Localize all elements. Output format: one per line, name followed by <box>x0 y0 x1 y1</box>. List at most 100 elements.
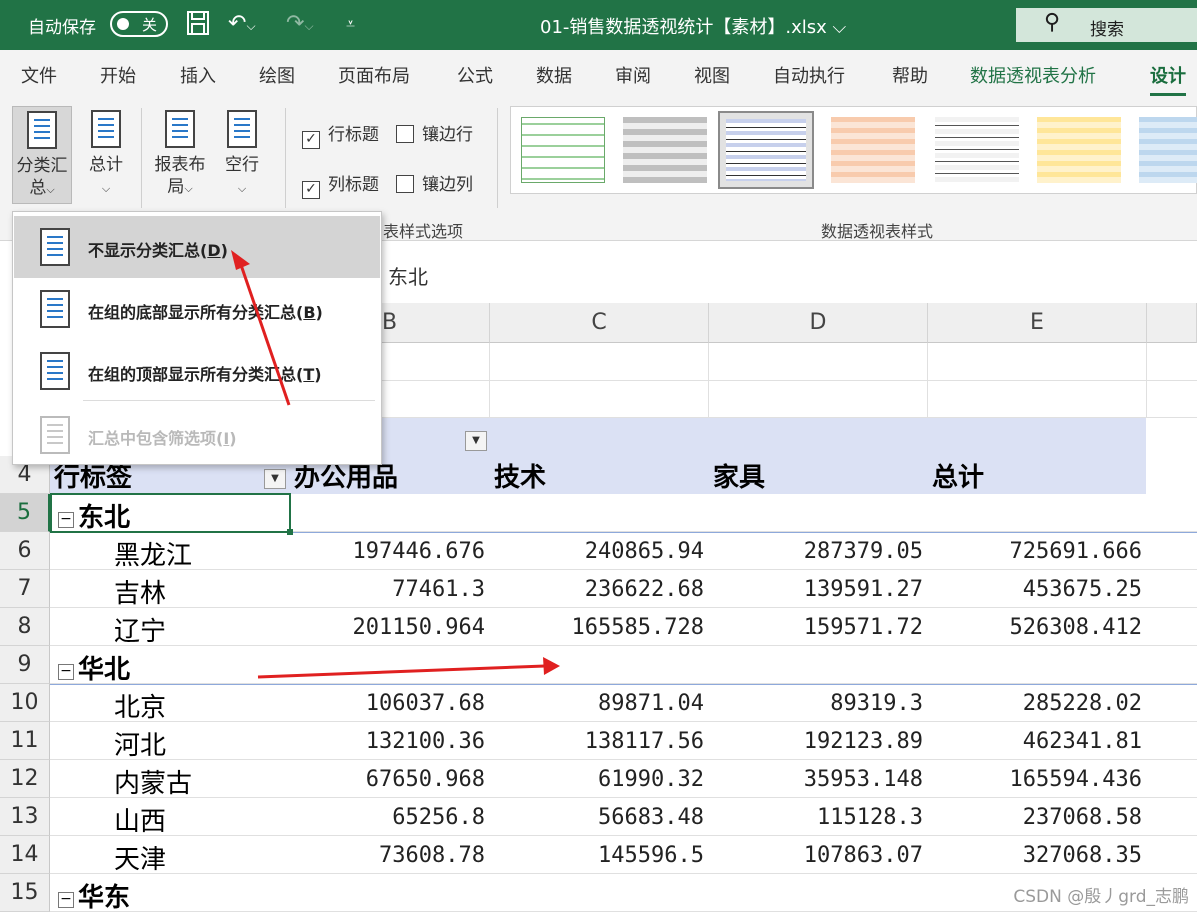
banded-columns-checkbox[interactable]: 镶边列 <box>396 170 473 195</box>
value-cell[interactable]: 61990.32 <box>598 767 704 792</box>
save-icon[interactable] <box>186 10 210 44</box>
row-headers-checkbox[interactable]: ✓行标题 <box>302 120 379 149</box>
value-cell[interactable]: 35953.148 <box>804 767 923 792</box>
document-title[interactable]: 01-销售数据透视统计【素材】.xlsx ⌵ <box>540 13 846 39</box>
value-cell[interactable]: 132100.36 <box>366 729 485 754</box>
value-cell[interactable]: 197446.676 <box>353 539 485 564</box>
value-cell[interactable]: 138117.56 <box>585 729 704 754</box>
menu-item-no-subtotals[interactable]: 不显示分类汇总(D) <box>14 216 380 278</box>
row-header-6[interactable]: 6 <box>0 532 50 570</box>
value-cell[interactable]: 65256.8 <box>392 805 485 830</box>
province-cell[interactable]: 北京 <box>114 687 166 724</box>
grand-totals-button[interactable]: 总计 ⌵ <box>76 106 136 204</box>
table-row[interactable] <box>50 646 1197 684</box>
report-layout-button[interactable]: 报表布 局⌵ <box>150 106 210 204</box>
row-header-13[interactable]: 13 <box>0 798 50 836</box>
autosave-toggle[interactable]: 关 <box>110 11 168 37</box>
tab-automate[interactable]: 自动执行 <box>773 62 845 88</box>
value-cell[interactable]: 145596.5 <box>598 843 704 868</box>
value-cell[interactable]: 89319.3 <box>830 691 923 716</box>
column-header-c[interactable]: C <box>490 303 709 343</box>
row-header-8[interactable]: 8 <box>0 608 50 646</box>
value-cell[interactable]: 201150.964 <box>353 615 485 640</box>
tab-page-layout[interactable]: 页面布局 <box>338 62 410 88</box>
value-cell[interactable]: 285228.02 <box>1023 691 1142 716</box>
tab-help[interactable]: 帮助 <box>892 62 928 88</box>
column-filter-dropdown[interactable]: ▼ <box>465 431 487 451</box>
column-headers-checkbox[interactable]: ✓列标题 <box>302 170 379 199</box>
region-east[interactable]: −华东 <box>58 877 130 914</box>
collapse-icon[interactable]: − <box>58 892 74 908</box>
value-cell[interactable]: 165594.436 <box>1010 767 1142 792</box>
row-header-9[interactable]: 9 <box>0 646 50 684</box>
tab-draw[interactable]: 绘图 <box>259 62 295 88</box>
collapse-icon[interactable]: − <box>58 664 74 680</box>
province-cell[interactable]: 河北 <box>114 725 166 762</box>
value-cell[interactable]: 106037.68 <box>366 691 485 716</box>
blank-rows-button[interactable]: 空行 ⌵ <box>212 106 272 204</box>
column-header-f[interactable] <box>1147 303 1197 343</box>
row-header-14[interactable]: 14 <box>0 836 50 874</box>
tab-home[interactable]: 开始 <box>100 62 136 88</box>
tab-data[interactable]: 数据 <box>536 62 572 88</box>
value-cell[interactable]: 287379.05 <box>804 539 923 564</box>
value-cell[interactable]: 139591.27 <box>804 577 923 602</box>
pivot-style-yellow[interactable] <box>1031 111 1127 189</box>
redo-icon[interactable]: ↷⌵ <box>286 10 314 40</box>
tab-view[interactable]: 视图 <box>694 62 730 88</box>
tab-review[interactable]: 审阅 <box>615 62 651 88</box>
value-cell[interactable]: 89871.04 <box>598 691 704 716</box>
row-header-12[interactable]: 12 <box>0 760 50 798</box>
row-filter-dropdown[interactable]: ▼ <box>264 469 286 489</box>
value-cell[interactable]: 240865.94 <box>585 539 704 564</box>
pivot-style-blue-selected[interactable] <box>718 111 814 189</box>
value-cell[interactable]: 73608.78 <box>379 843 485 868</box>
search-box[interactable]: ⚲ 搜索 <box>1016 8 1197 42</box>
province-cell[interactable]: 黑龙江 <box>114 535 192 572</box>
tab-design[interactable]: 设计 <box>1150 62 1186 88</box>
value-cell[interactable]: 236622.68 <box>585 577 704 602</box>
pivot-style-light-gray[interactable] <box>929 111 1025 189</box>
value-cell[interactable]: 327068.35 <box>1023 843 1142 868</box>
value-cell[interactable]: 67650.968 <box>366 767 485 792</box>
row-header-7[interactable]: 7 <box>0 570 50 608</box>
tab-file[interactable]: 文件 <box>21 62 57 88</box>
province-cell[interactable]: 辽宁 <box>114 611 166 648</box>
row-header-15[interactable]: 15 <box>0 874 50 912</box>
province-cell[interactable]: 内蒙古 <box>114 763 192 800</box>
tab-pivottable-analyze[interactable]: 数据透视表分析 <box>970 62 1096 88</box>
column-header-d[interactable]: D <box>709 303 928 343</box>
formula-value[interactable]: 东北 <box>388 261 428 290</box>
value-cell[interactable]: 192123.89 <box>804 729 923 754</box>
value-cell[interactable]: 159571.72 <box>804 615 923 640</box>
value-cell[interactable]: 725691.666 <box>1010 539 1142 564</box>
value-cell[interactable]: 453675.25 <box>1023 577 1142 602</box>
province-cell[interactable]: 天津 <box>114 839 166 876</box>
pivot-style-light-blue[interactable] <box>1133 111 1197 189</box>
province-cell[interactable]: 山西 <box>114 801 166 838</box>
value-cell[interactable]: 237068.58 <box>1023 805 1142 830</box>
value-cell[interactable]: 107863.07 <box>804 843 923 868</box>
tab-formulas[interactable]: 公式 <box>457 62 493 88</box>
undo-icon[interactable]: ↶⌵ <box>228 10 256 40</box>
pivot-style-light-green[interactable] <box>515 111 611 189</box>
column-header-e[interactable]: E <box>928 303 1147 343</box>
pivot-style-gray[interactable] <box>617 111 713 189</box>
menu-item-subtotals-bottom[interactable]: 在组的底部显示所有分类汇总(B) <box>14 278 380 340</box>
row-header-10[interactable]: 10 <box>0 684 50 722</box>
value-cell[interactable]: 165585.728 <box>572 615 704 640</box>
region-north[interactable]: −华北 <box>58 649 130 686</box>
value-cell[interactable]: 115128.3 <box>817 805 923 830</box>
tab-insert[interactable]: 插入 <box>180 62 216 88</box>
province-cell[interactable]: 吉林 <box>114 573 166 610</box>
value-cell[interactable]: 56683.48 <box>598 805 704 830</box>
value-cell[interactable]: 526308.412 <box>1010 615 1142 640</box>
row-header-5[interactable]: 5 <box>0 494 50 532</box>
banded-rows-checkbox[interactable]: 镶边行 <box>396 120 473 145</box>
pivot-style-orange[interactable] <box>825 111 921 189</box>
value-cell[interactable]: 77461.3 <box>392 577 485 602</box>
value-cell[interactable]: 462341.81 <box>1023 729 1142 754</box>
customize-toolbar-icon[interactable]: ⩡ <box>346 10 355 38</box>
row-header-11[interactable]: 11 <box>0 722 50 760</box>
menu-item-subtotals-top[interactable]: 在组的顶部显示所有分类汇总(T) <box>14 340 380 402</box>
